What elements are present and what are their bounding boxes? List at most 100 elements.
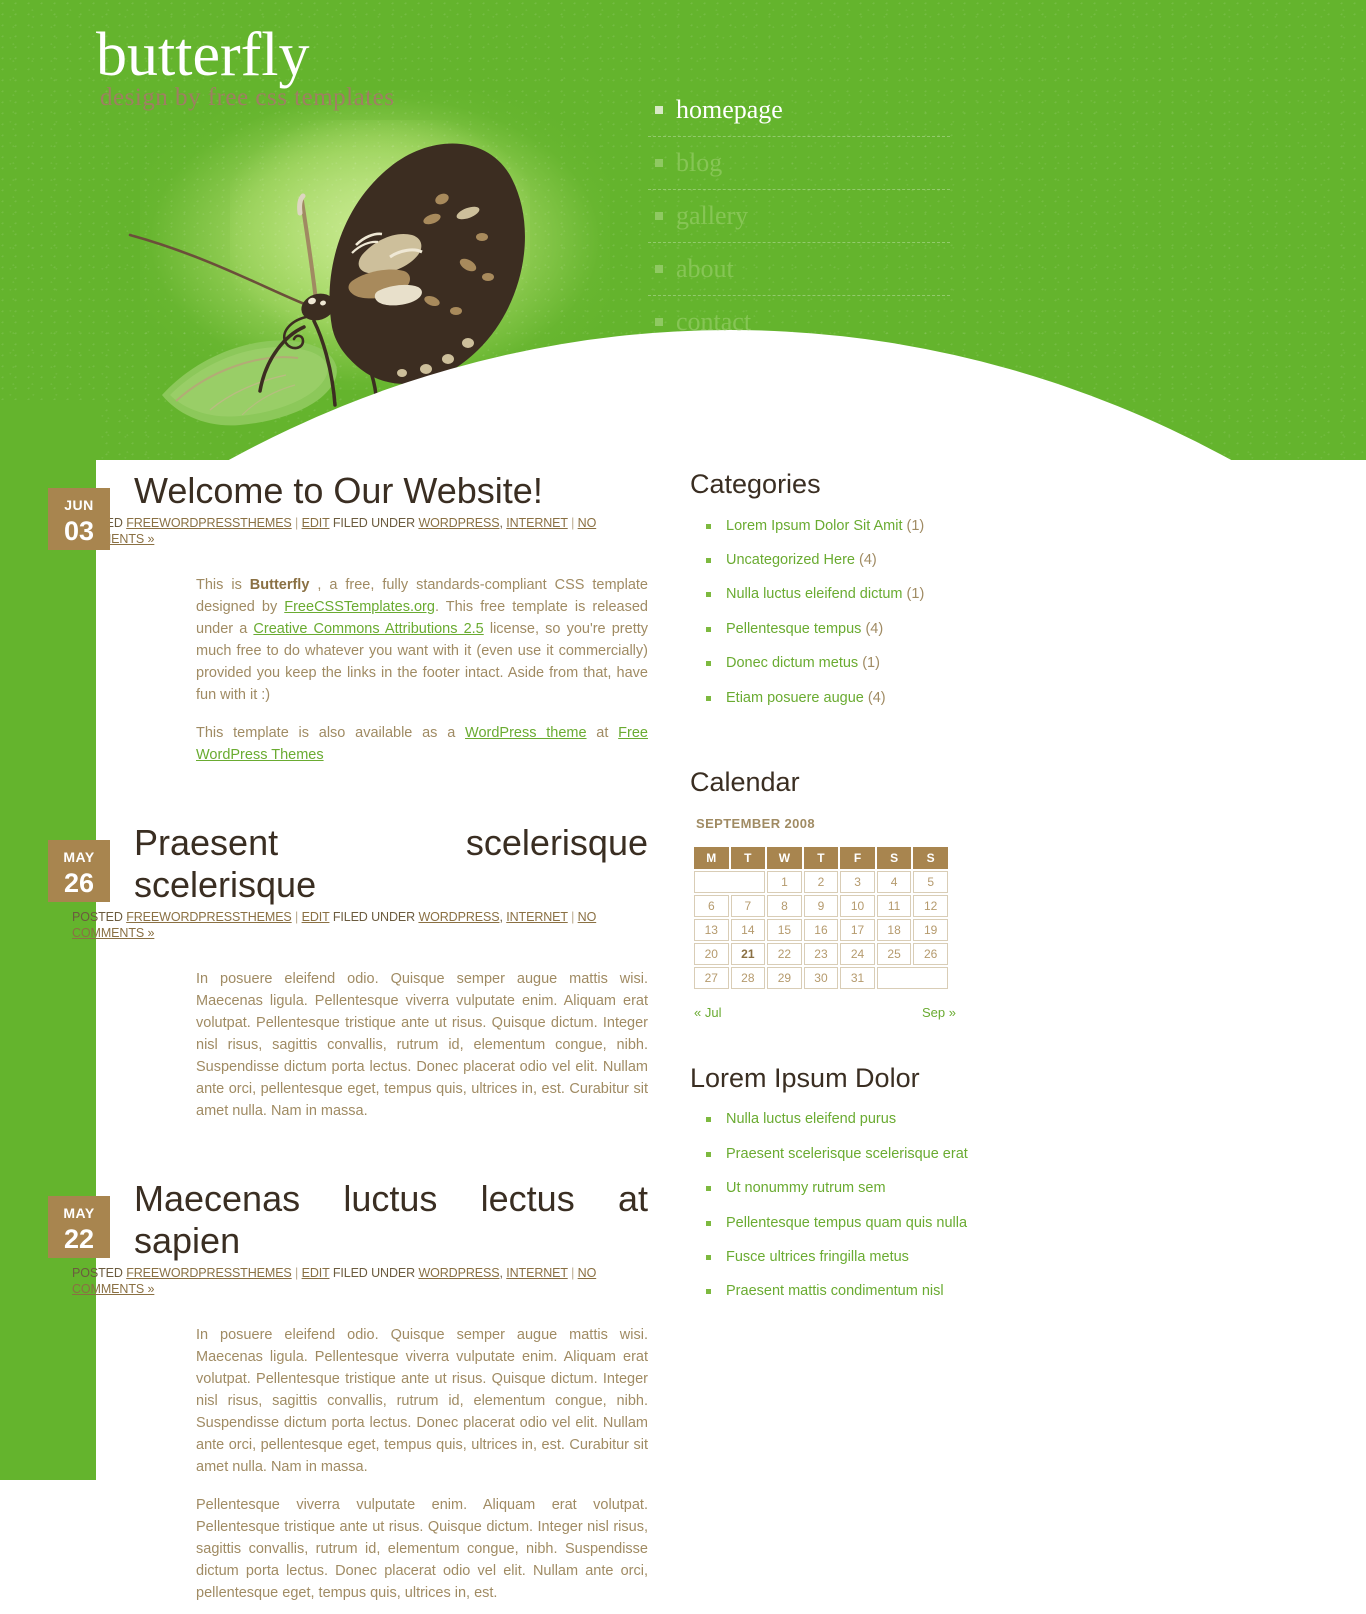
- calendar-day-cell[interactable]: 31: [840, 966, 875, 989]
- post-title[interactable]: Praesent scelerisque scelerisque: [134, 822, 648, 906]
- calendar-day-cell[interactable]: 4: [876, 870, 912, 893]
- lorem-link[interactable]: Praesent mattis condimentum nisl: [726, 1283, 944, 1299]
- calendar-weekday: F: [840, 846, 875, 869]
- sidebar-lorem-ipsum-dolor: Lorem Ipsum Dolor Nulla luctus eleifend …: [690, 1063, 1110, 1318]
- list-item[interactable]: Praesent mattis condimentum nisl: [690, 1283, 1110, 1317]
- post-title[interactable]: Maecenas luctus lectus at sapien: [134, 1178, 648, 1262]
- calendar-day-cell[interactable]: 17: [840, 918, 875, 941]
- meta-category-link-wordpress[interactable]: WORDPRESS: [418, 910, 499, 924]
- text-fragment: at: [586, 724, 619, 741]
- calendar-day-cell[interactable]: 12: [913, 894, 948, 917]
- post-maecenas: MAY 22 Maecenas luctus lectus at sapien …: [48, 1178, 648, 1604]
- calendar-day-cell[interactable]: 30: [803, 966, 839, 989]
- calendar-prev-link[interactable]: « Jul: [694, 1005, 721, 1020]
- post-title[interactable]: Welcome to Our Website!: [134, 470, 648, 512]
- lorem-link[interactable]: Ut nonummy rutrum sem: [726, 1180, 886, 1196]
- calendar-day-cell[interactable]: 10: [840, 894, 875, 917]
- text-fragment: This is: [196, 576, 250, 593]
- calendar-day-cell[interactable]: 3: [840, 870, 875, 893]
- calendar-day-cell[interactable]: 19: [913, 918, 948, 941]
- meta-posted-label: POSTED: [72, 910, 123, 925]
- calendar-day-cell[interactable]: 26: [913, 942, 948, 965]
- link-wordpress-theme[interactable]: WordPress theme: [465, 725, 587, 741]
- link-freecsstemplates[interactable]: FreeCSSTemplates.org: [284, 599, 435, 615]
- list-item[interactable]: Nulla luctus eleifend dictum (1): [690, 586, 1110, 620]
- meta-author-link[interactable]: FREEWORDPRESSTHEMES: [126, 516, 292, 530]
- calendar-day-cell[interactable]: 25: [876, 942, 912, 965]
- calendar-day-cell[interactable]: 24: [840, 942, 875, 965]
- nav-item-blog[interactable]: blog: [648, 137, 950, 190]
- lorem-link[interactable]: Fusce ultrices fringilla metus: [726, 1249, 909, 1265]
- bullet-icon: [706, 695, 711, 701]
- calendar-day-cell[interactable]: 18: [876, 918, 912, 941]
- meta-category-link-wordpress[interactable]: WORDPRESS: [418, 1266, 499, 1280]
- link-creative-commons[interactable]: Creative Commons Attributions 2.5: [253, 621, 483, 637]
- meta-author-link[interactable]: FREEWORDPRESSTHEMES: [126, 1266, 292, 1280]
- category-link[interactable]: Uncategorized Here: [726, 552, 855, 568]
- meta-edit-link[interactable]: EDIT: [302, 910, 330, 924]
- calendar-day-cell[interactable]: 8: [767, 894, 802, 917]
- list-item[interactable]: Praesent scelerisque scelerisque erat: [690, 1146, 1110, 1180]
- meta-category-link-wordpress[interactable]: WORDPRESS: [418, 516, 499, 530]
- calendar-day-cell[interactable]: 7: [730, 894, 766, 917]
- lorem-link[interactable]: Pellentesque tempus quam quis nulla: [726, 1215, 967, 1231]
- meta-category-link-internet[interactable]: INTERNET: [506, 1266, 568, 1280]
- calendar-day-cell[interactable]: 15: [767, 918, 802, 941]
- calendar-day-cell[interactable]: 14: [730, 918, 766, 941]
- list-item[interactable]: Uncategorized Here (4): [690, 552, 1110, 586]
- category-link[interactable]: Etiam posuere augue: [726, 690, 864, 706]
- calendar-day-cell[interactable]: 9: [803, 894, 839, 917]
- meta-category-link-internet[interactable]: INTERNET: [506, 910, 568, 924]
- calendar-week-row: 27 28 29 30 31: [694, 966, 948, 989]
- lorem-link[interactable]: Nulla luctus eleifend purus: [726, 1111, 896, 1127]
- bullet-icon: [706, 1151, 711, 1157]
- calendar-day-cell[interactable]: 1: [767, 870, 802, 893]
- calendar-day-cell[interactable]: 20: [694, 942, 729, 965]
- category-link[interactable]: Donec dictum metus: [726, 655, 858, 671]
- list-item[interactable]: Lorem Ipsum Dolor Sit Amit (1): [690, 518, 1110, 552]
- calendar-day-cell[interactable]: 6: [694, 894, 729, 917]
- meta-separator: |: [571, 1266, 575, 1281]
- list-item[interactable]: Pellentesque tempus quam quis nulla: [690, 1215, 1110, 1249]
- calendar-day-cell[interactable]: 16: [803, 918, 839, 941]
- main-navigation[interactable]: homepage blog gallery about contact: [648, 84, 950, 347]
- post-paragraph: This is Butterfly , a free, fully standa…: [196, 574, 648, 706]
- list-item[interactable]: Fusce ultrices fringilla metus: [690, 1249, 1110, 1283]
- post-meta: POSTED FREEWORDPRESSTHEMES | EDIT FILED …: [72, 515, 648, 548]
- list-item[interactable]: Pellentesque tempus (4): [690, 621, 1110, 655]
- calendar-day-cell[interactable]: 29: [767, 966, 802, 989]
- meta-category-link-internet[interactable]: INTERNET: [506, 516, 568, 530]
- site-logo[interactable]: butterfly: [96, 24, 310, 86]
- calendar-blank-cell: [694, 870, 766, 893]
- list-item[interactable]: Ut nonummy rutrum sem: [690, 1180, 1110, 1214]
- calendar-weekday: S: [876, 846, 912, 869]
- calendar-day-cell-today[interactable]: 21: [730, 942, 766, 965]
- nav-item-contact[interactable]: contact: [648, 296, 950, 348]
- bullet-icon: [655, 105, 663, 114]
- nav-item-homepage[interactable]: homepage: [648, 84, 950, 137]
- list-item[interactable]: Etiam posuere augue (4): [690, 690, 1110, 724]
- list-item[interactable]: Nulla luctus eleifend purus: [690, 1111, 1110, 1145]
- category-link[interactable]: Nulla luctus eleifend dictum: [726, 586, 903, 602]
- calendar-day-cell[interactable]: 11: [876, 894, 912, 917]
- bullet-icon: [706, 1186, 711, 1192]
- list-item[interactable]: Donec dictum metus (1): [690, 655, 1110, 689]
- meta-separator: |: [295, 910, 299, 925]
- calendar-day-cell[interactable]: 28: [730, 966, 766, 989]
- nav-item-gallery[interactable]: gallery: [648, 190, 950, 243]
- sidebar-categories: Categories Lorem Ipsum Dolor Sit Amit (1…: [690, 469, 1110, 724]
- meta-edit-link[interactable]: EDIT: [302, 516, 330, 530]
- calendar-day-cell[interactable]: 13: [694, 918, 729, 941]
- calendar-day-cell[interactable]: 22: [767, 942, 802, 965]
- calendar-next-link[interactable]: Sep »: [922, 1005, 956, 1020]
- category-link[interactable]: Lorem Ipsum Dolor Sit Amit: [726, 518, 902, 534]
- category-link[interactable]: Pellentesque tempus: [726, 621, 861, 637]
- nav-item-about[interactable]: about: [648, 243, 950, 296]
- calendar-day-cell[interactable]: 27: [694, 966, 729, 989]
- calendar-day-cell[interactable]: 5: [913, 870, 948, 893]
- lorem-link[interactable]: Praesent scelerisque scelerisque erat: [726, 1146, 968, 1162]
- calendar-day-cell[interactable]: 2: [803, 870, 839, 893]
- calendar-day-cell[interactable]: 23: [803, 942, 839, 965]
- meta-edit-link[interactable]: EDIT: [302, 1266, 330, 1280]
- meta-author-link[interactable]: FREEWORDPRESSTHEMES: [126, 910, 292, 924]
